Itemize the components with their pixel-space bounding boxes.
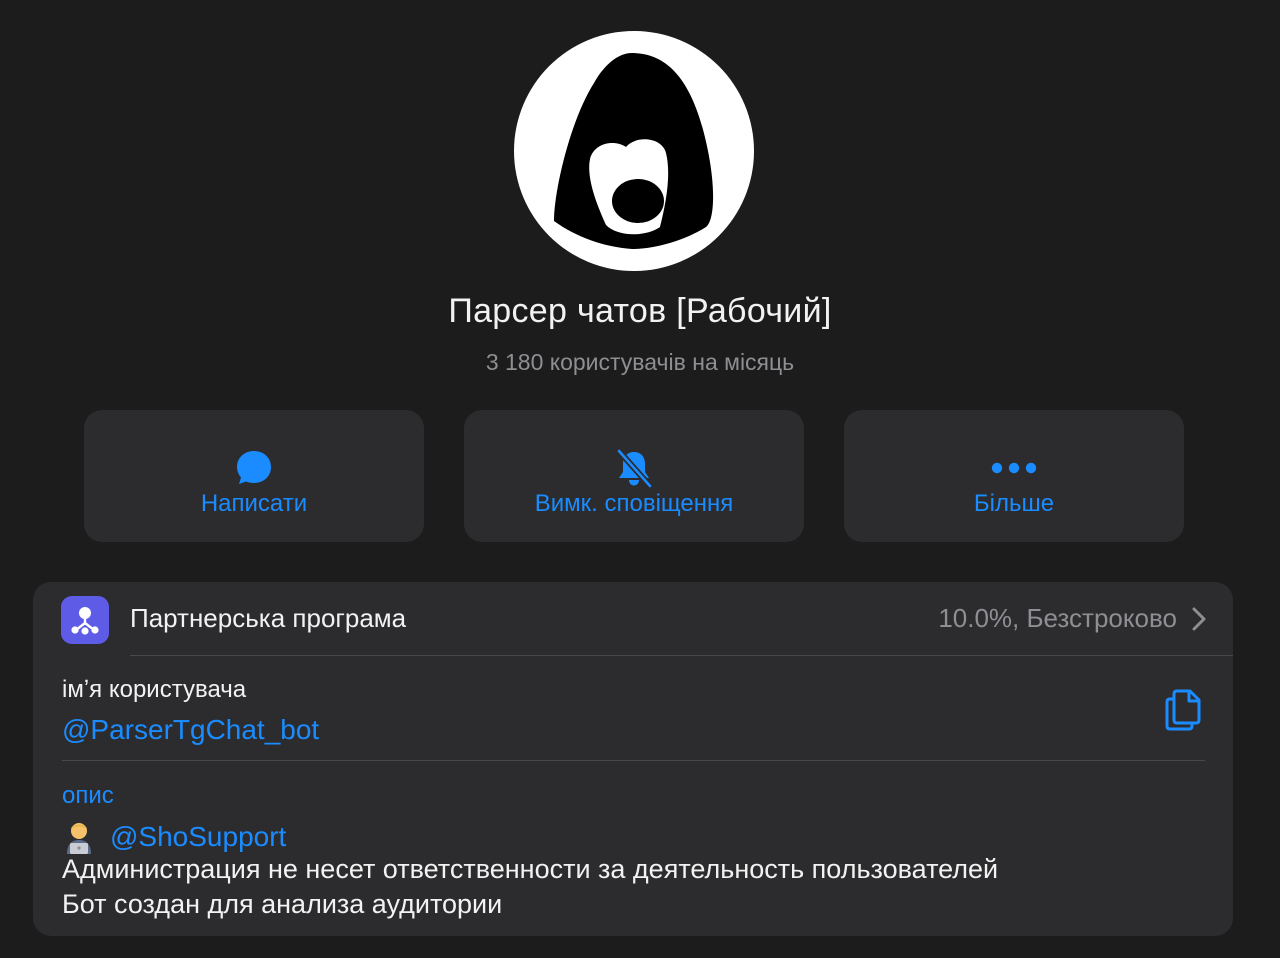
bot-avatar[interactable] <box>514 31 754 271</box>
chevron-right-icon <box>1192 607 1206 631</box>
divider <box>62 760 1205 761</box>
ellipsis-icon <box>844 446 1184 490</box>
more-button[interactable]: Більше <box>844 410 1184 542</box>
support-line: @ShoSupport <box>62 820 286 854</box>
partner-program-label: Партнерська програма <box>130 603 407 633</box>
monthly-users-count: 3 180 користувачів на місяць <box>485 349 795 375</box>
hooded-figure-logo-icon <box>554 53 714 249</box>
mute-notifications-button[interactable]: Вимк. сповіщення <box>464 410 804 542</box>
affiliate-network-icon <box>61 596 109 644</box>
bell-slash-icon <box>464 446 804 490</box>
description-line: Бот создан для анализа аудитории <box>62 889 503 919</box>
mute-notifications-label: Вимк. сповіщення <box>534 490 734 517</box>
username-link[interactable]: @ParserTgChat_bot <box>62 714 319 746</box>
description-line: Администрация не несет ответственности з… <box>62 854 999 884</box>
more-label: Більше <box>973 490 1055 517</box>
copy-icon[interactable] <box>1163 688 1203 732</box>
bot-profile-page: Парсер чатов [Рабочий] 3 180 користувачі… <box>0 0 1280 958</box>
description-label: опис <box>62 782 114 809</box>
info-card: імʼя користувача @ParserTgChat_bot опис … <box>33 656 1233 936</box>
username-label: імʼя користувача <box>62 676 247 703</box>
partner-program-value: 10.0%, Безстроково <box>938 603 1177 633</box>
write-message-label: Написати <box>200 490 308 517</box>
technologist-emoji-icon <box>67 823 91 854</box>
support-handle-link[interactable]: @ShoSupport <box>110 821 286 853</box>
partner-program-row[interactable]: Партнерська програма 10.0%, Безстроково <box>33 582 1233 656</box>
bot-title: Парсер чатов [Рабочий] <box>448 292 832 330</box>
chat-bubble-icon <box>84 446 424 490</box>
write-message-button[interactable]: Написати <box>84 410 424 542</box>
